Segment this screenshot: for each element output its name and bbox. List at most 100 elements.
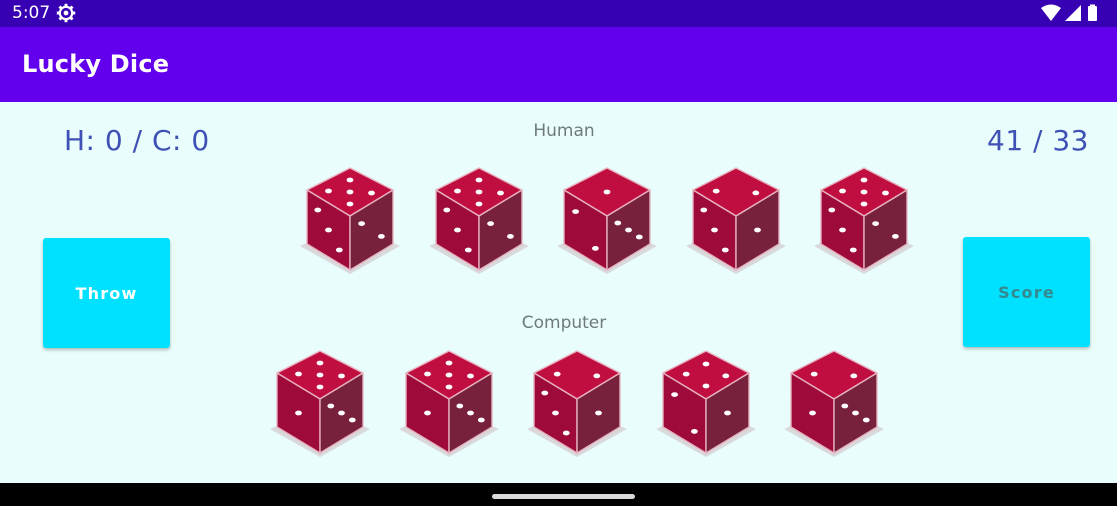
die-pip — [454, 227, 461, 233]
signal-icon — [1065, 5, 1081, 21]
score-totals: 41 / 33 — [987, 124, 1089, 157]
die-pip — [592, 246, 599, 251]
status-bar: 5:07 — [0, 0, 1117, 27]
die-pip — [467, 373, 474, 379]
die-pip — [348, 417, 356, 423]
die-pip — [841, 403, 849, 409]
die-pip — [464, 247, 472, 253]
wifi-icon — [1041, 4, 1061, 21]
die-pip — [346, 201, 354, 207]
human-die — [814, 167, 914, 274]
status-time: 5:07 — [12, 3, 51, 23]
rounds-won-tally: H: 0 / C: 0 — [64, 124, 210, 157]
home-gesture-handle[interactable] — [492, 494, 635, 499]
die-pip — [316, 372, 324, 378]
die-pip — [852, 410, 859, 416]
die-pip — [721, 247, 729, 253]
human-die — [686, 167, 786, 274]
die-pip — [477, 417, 485, 423]
throw-button[interactable]: Throw — [43, 238, 170, 348]
die-pip — [595, 410, 602, 416]
die-pip — [325, 227, 332, 233]
battery-icon — [1088, 6, 1097, 21]
die-pip — [454, 188, 461, 194]
app-bar: Lucky Dice — [0, 27, 1117, 102]
die-pip — [809, 410, 816, 416]
die-pip — [892, 234, 899, 239]
die-pip — [828, 207, 836, 213]
app-title: Lucky Dice — [22, 50, 170, 78]
die-pip — [839, 188, 846, 194]
human-die — [429, 167, 529, 274]
die-pip — [338, 410, 345, 416]
die-pip — [456, 403, 464, 409]
die-pip — [810, 371, 818, 377]
die-pip — [295, 410, 302, 416]
die-pip — [346, 189, 354, 195]
die-pip — [443, 207, 451, 213]
die-pip — [475, 189, 483, 195]
status-icons — [1041, 4, 1097, 21]
die-pip — [860, 189, 868, 195]
computer-label: Computer — [521, 313, 607, 333]
die-pip — [603, 189, 611, 195]
die-pip — [862, 417, 870, 423]
die-pip — [445, 372, 453, 378]
die-pip — [338, 373, 345, 379]
human-die — [300, 167, 400, 274]
human-die — [557, 167, 657, 274]
die-pip — [700, 207, 708, 213]
die-pip — [712, 188, 720, 194]
die-pip — [553, 371, 561, 377]
die-pip — [358, 221, 365, 226]
die-pip — [316, 384, 324, 390]
die-pip — [839, 227, 846, 233]
die-pip — [860, 177, 868, 183]
die-pip — [691, 429, 698, 434]
computer-die — [399, 350, 499, 457]
computer-die — [784, 350, 884, 457]
die-pip — [593, 373, 601, 379]
computer-die — [527, 350, 627, 457]
die-pip — [860, 201, 868, 207]
die-pip — [711, 227, 718, 233]
die-pip — [562, 430, 570, 436]
die-pip — [497, 190, 504, 196]
die-pip — [327, 403, 335, 409]
die-pip — [467, 410, 474, 416]
score-button[interactable]: Score — [963, 237, 1090, 347]
die-pip — [378, 234, 385, 239]
die-pip — [752, 190, 760, 196]
die-pip — [507, 234, 514, 239]
die-pip — [325, 188, 332, 194]
die-pip — [702, 361, 710, 367]
die-pip — [424, 371, 431, 377]
navigation-bar — [0, 483, 1117, 506]
die-pip — [849, 247, 857, 253]
die-pip — [445, 360, 453, 366]
computer-die — [656, 350, 756, 457]
game-board: H: 0 / C: 0 41 / 33 Human Computer Throw… — [0, 102, 1117, 483]
die-pip — [635, 234, 643, 240]
settings-gear-icon — [56, 3, 76, 23]
die-pip — [368, 190, 375, 196]
die-pip — [445, 384, 453, 390]
die-pip — [724, 410, 731, 416]
die-pip — [316, 360, 324, 366]
die-pip — [572, 209, 579, 214]
die-pip — [487, 221, 494, 226]
die-pip — [346, 177, 354, 183]
die-pip — [335, 247, 343, 253]
die-pip — [850, 373, 858, 379]
die-pip — [872, 221, 879, 226]
die-pip — [625, 227, 632, 233]
die-pip — [552, 410, 559, 416]
die-pip — [475, 201, 483, 207]
die-pip — [702, 383, 710, 389]
die-pip — [682, 371, 690, 377]
die-pip — [722, 373, 730, 379]
die-pip — [754, 227, 761, 233]
die-pip — [882, 190, 889, 196]
die-pip — [295, 371, 302, 377]
human-label: Human — [533, 121, 595, 141]
